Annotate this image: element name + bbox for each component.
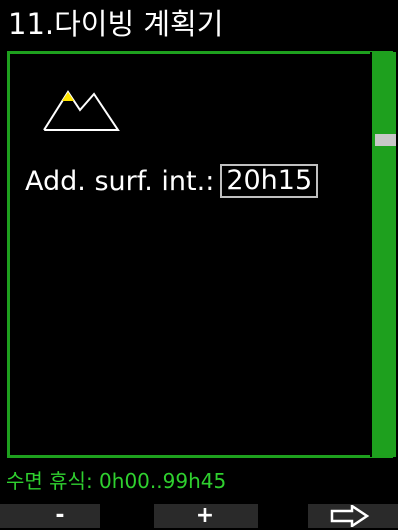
minus-button[interactable]: - <box>40 502 80 530</box>
softkey-separator-1 <box>100 504 154 528</box>
scrollbar[interactable] <box>370 52 396 457</box>
plus-button[interactable]: + <box>185 502 225 530</box>
title-bar: 11.다이빙 계획기 <box>0 0 398 49</box>
surface-interval-value[interactable]: 20h15 <box>220 164 319 198</box>
scroll-thumb[interactable] <box>375 134 396 146</box>
surface-interval-label: Add. surf. int.: <box>25 165 215 197</box>
mountain-altitude-icon <box>43 90 120 131</box>
softkey-separator-2 <box>258 504 308 528</box>
arrow-right-icon[interactable] <box>330 505 370 527</box>
surface-interval-row: Add. surf. int.: 20h15 <box>25 162 319 200</box>
page-title: 11.다이빙 계획기 <box>8 7 224 41</box>
range-hint: 수면 휴식: 0h00..99h45 <box>6 469 227 493</box>
